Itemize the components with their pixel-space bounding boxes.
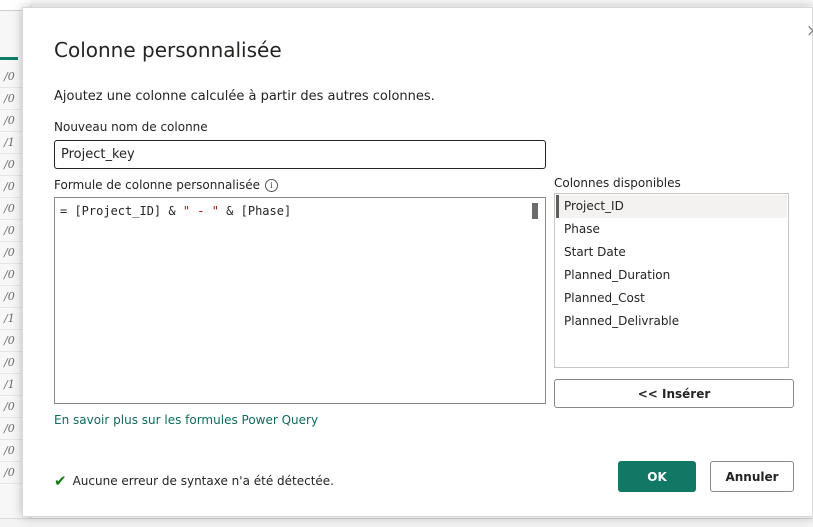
column-item-planned-delivrable[interactable]: Planned_Delivrable — [556, 310, 787, 333]
cancel-button[interactable]: Annuler — [710, 461, 794, 492]
formula-text[interactable]: = [Project_ID] & " - " & [Phase] — [60, 204, 291, 218]
column-name-input[interactable] — [54, 140, 546, 169]
column-item-planned-duration[interactable]: Planned_Duration — [556, 264, 787, 287]
checkmark-icon: ✔ — [54, 472, 67, 490]
ok-button[interactable]: OK — [618, 461, 696, 492]
dialog-title: Colonne personnalisée — [54, 38, 282, 62]
dialog-subtitle: Ajoutez une colonne calculée à partir de… — [54, 89, 435, 104]
column-item-start-date[interactable]: Start Date — [556, 241, 787, 264]
column-name-label: Nouveau nom de colonne — [54, 120, 208, 134]
formula-string-literal: " - " — [182, 204, 219, 218]
status-text: Aucune erreur de syntaxe n'a été détecté… — [72, 474, 334, 488]
info-icon[interactable]: i — [264, 179, 278, 192]
formula-editor[interactable]: = [Project_ID] & " - " & [Phase] — [54, 197, 546, 404]
formula-label: Formule de colonne personnalisée — [54, 178, 260, 192]
insert-button[interactable]: << Insérer — [554, 379, 794, 408]
grid-accent-bar — [0, 57, 18, 60]
column-item-project-id[interactable]: Project_ID — [556, 195, 787, 218]
column-item-planned-cost[interactable]: Planned_Cost — [556, 287, 787, 310]
column-item-phase[interactable]: Phase — [556, 218, 787, 241]
formula-suffix: & [Phase] — [218, 204, 292, 218]
formula-label-row: Formule de colonne personnalisée i — [54, 178, 278, 192]
formula-prefix: = [Project_ID] & — [60, 204, 183, 218]
editor-scrollbar-thumb[interactable] — [532, 203, 538, 219]
background-top-strip — [30, 0, 813, 6]
close-icon[interactable]: × — [804, 22, 813, 40]
learn-more-link[interactable]: En savoir plus sur les formules Power Qu… — [54, 413, 318, 427]
available-columns-label: Colonnes disponibles — [554, 176, 681, 190]
available-columns-list[interactable]: Project_ID Phase Start Date Planned_Dura… — [554, 193, 789, 368]
syntax-status: ✔ Aucune erreur de syntaxe n'a été détect… — [54, 472, 334, 490]
